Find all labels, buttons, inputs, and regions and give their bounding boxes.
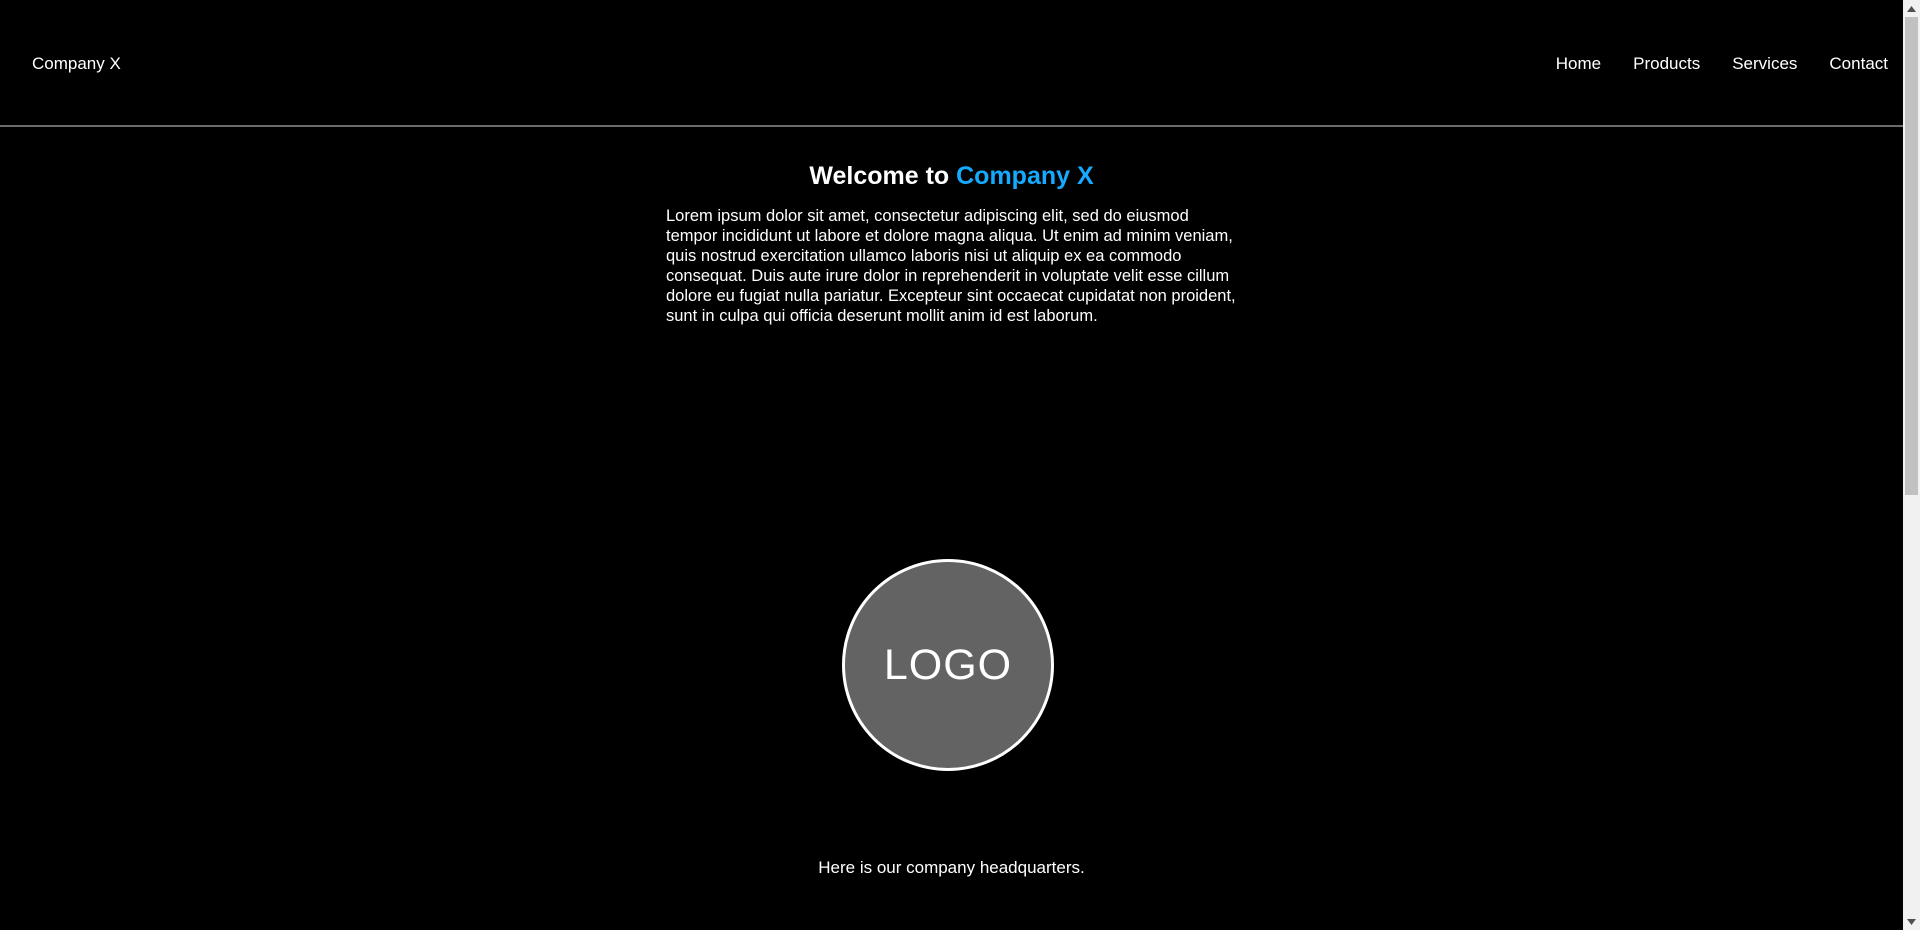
- title-accent: Company X: [956, 162, 1094, 190]
- company-logo: LOGO: [842, 559, 1054, 771]
- page: Company X Home Products Services Contact…: [0, 0, 1920, 930]
- main-content: Company X Home Products Services Contact…: [0, 0, 1903, 930]
- intro-paragraph: Lorem ipsum dolor sit amet, consectetur …: [666, 207, 1236, 325]
- page-title: Welcome to Company X: [0, 160, 1903, 192]
- scroll-up-button[interactable]: [1903, 0, 1920, 17]
- nav-home[interactable]: Home: [1556, 54, 1601, 74]
- logo-text: LOGO: [883, 640, 1013, 689]
- headquarters-caption: Here is our company headquarters.: [818, 858, 1085, 877]
- nav-services[interactable]: Services: [1732, 54, 1797, 74]
- vertical-scrollbar[interactable]: [1903, 0, 1920, 930]
- site-header: Company X Home Products Services Contact: [0, 0, 1903, 127]
- nav-products[interactable]: Products: [1633, 54, 1700, 74]
- title-prefix: Welcome to: [809, 162, 957, 190]
- main-nav: Home Products Services Contact: [1524, 54, 1888, 74]
- triangle-down-icon: [1907, 918, 1916, 925]
- scroll-down-button[interactable]: [1903, 913, 1920, 930]
- scroll-thumb[interactable]: [1905, 17, 1918, 495]
- brand-link[interactable]: Company X: [32, 54, 121, 74]
- nav-contact[interactable]: Contact: [1829, 54, 1888, 74]
- triangle-up-icon: [1907, 5, 1916, 12]
